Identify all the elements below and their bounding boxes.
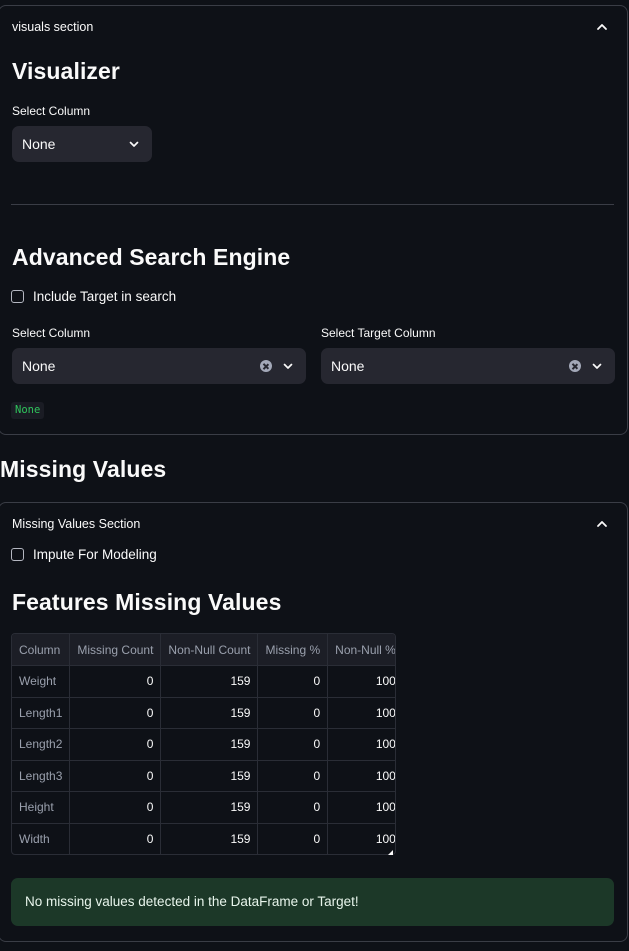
table-cell[interactable]: 0 bbox=[69, 760, 162, 792]
table-cell[interactable]: 159 bbox=[160, 697, 259, 729]
table-cell[interactable]: Height bbox=[12, 791, 71, 824]
table-cell[interactable]: 0 bbox=[69, 728, 162, 761]
chevron-up-icon[interactable] bbox=[595, 517, 609, 531]
visuals-section-title: visuals section bbox=[12, 20, 94, 34]
missing-values-table[interactable]: Column Missing Count Non-Null Count Miss… bbox=[11, 633, 396, 855]
missing-values-heading: Missing Values bbox=[0, 456, 167, 482]
table-cell[interactable]: 0 bbox=[257, 697, 329, 729]
table-cell[interactable]: 0 bbox=[69, 665, 162, 698]
table-cell[interactable]: 0 bbox=[69, 791, 162, 824]
success-message: No missing values detected in the DataFr… bbox=[25, 894, 359, 909]
table-row: Weight 0 159 0 100 bbox=[12, 665, 395, 698]
search-target-column-label: Select Target Column bbox=[321, 326, 436, 340]
chevron-down-icon bbox=[129, 141, 139, 147]
table-cell[interactable]: 100 bbox=[327, 728, 395, 761]
table-row: Length3 0 159 0 100 bbox=[12, 760, 395, 792]
search-output-code: None bbox=[11, 402, 45, 419]
table-cell[interactable]: Weight bbox=[12, 665, 71, 698]
column-header[interactable]: Missing % bbox=[257, 634, 329, 666]
table-row: Length1 0 159 0 100 bbox=[12, 697, 395, 729]
table-cell[interactable]: 0 bbox=[257, 728, 329, 761]
column-header[interactable]: Column bbox=[12, 634, 71, 666]
column-header[interactable]: Non-Null Count bbox=[160, 634, 259, 666]
table-cell[interactable]: 0 bbox=[69, 823, 162, 854]
table-cell[interactable]: Length1 bbox=[12, 697, 71, 729]
visualizer-heading: Visualizer bbox=[12, 58, 120, 84]
clear-icon[interactable] bbox=[569, 360, 581, 372]
include-target-checkbox[interactable]: Include Target in search bbox=[11, 288, 211, 306]
table-row: Width 0 159 0 100 bbox=[12, 823, 395, 854]
table-row: Height 0 159 0 100 bbox=[12, 791, 395, 824]
table-cell[interactable]: 100 bbox=[327, 760, 395, 792]
impute-checkbox-box[interactable] bbox=[11, 548, 24, 561]
visuals-section-header[interactable]: visuals section bbox=[0, 6, 627, 48]
chevron-down-icon bbox=[283, 363, 293, 369]
include-target-label: Include Target in search bbox=[33, 289, 177, 304]
table-cell[interactable]: 100 bbox=[328, 823, 395, 854]
search-engine-heading: Advanced Search Engine bbox=[12, 244, 291, 270]
clear-icon[interactable] bbox=[260, 360, 272, 372]
table-cell[interactable]: 159 bbox=[160, 791, 259, 824]
chevron-up-icon[interactable] bbox=[595, 20, 609, 34]
table-cell[interactable]: Length2 bbox=[12, 728, 71, 761]
table-cell[interactable]: Length3 bbox=[12, 760, 71, 792]
section-divider bbox=[11, 204, 614, 205]
search-select-column-label: Select Column bbox=[12, 326, 91, 340]
table-cell[interactable]: 0 bbox=[257, 823, 329, 854]
table-cell[interactable]: 0 bbox=[257, 665, 329, 698]
table-cell[interactable]: 0 bbox=[69, 697, 162, 729]
table-cell[interactable]: 159 bbox=[160, 665, 259, 698]
table-header-row: Column Missing Count Non-Null Count Miss… bbox=[12, 634, 395, 666]
include-target-checkbox-box[interactable] bbox=[11, 290, 24, 303]
success-alert: No missing values detected in the DataFr… bbox=[11, 878, 614, 926]
missing-values-section-title: Missing Values Section bbox=[12, 517, 141, 531]
chevron-down-icon bbox=[592, 363, 602, 369]
table-cell[interactable]: 159 bbox=[160, 823, 259, 854]
column-header[interactable]: Missing Count bbox=[69, 634, 162, 666]
search-target-value: None bbox=[331, 358, 365, 374]
table-cell[interactable]: Width bbox=[12, 823, 71, 854]
table-cell[interactable]: 0 bbox=[257, 791, 329, 824]
visualizer-select-label: Select Column bbox=[12, 104, 91, 118]
table-cell[interactable]: 100 bbox=[327, 665, 395, 698]
missing-values-section-expander: Missing Values Section Impute For Modeli… bbox=[0, 502, 628, 942]
table-cell[interactable]: 100 bbox=[327, 791, 395, 824]
table-cell[interactable]: 100 bbox=[327, 697, 395, 729]
features-missing-heading: Features Missing Values bbox=[12, 589, 282, 615]
missing-values-section-header[interactable]: Missing Values Section bbox=[0, 503, 627, 545]
table-cell[interactable]: 0 bbox=[257, 760, 329, 792]
search-column-select[interactable]: None bbox=[12, 348, 306, 384]
table-resize-handle[interactable] bbox=[388, 850, 393, 855]
visualizer-column-select[interactable]: None bbox=[12, 126, 152, 162]
table-cell[interactable]: 159 bbox=[160, 728, 259, 761]
table-cell[interactable]: 159 bbox=[160, 760, 259, 792]
column-header[interactable]: Non-Null % bbox=[327, 634, 395, 666]
impute-label: Impute For Modeling bbox=[33, 547, 157, 562]
visuals-section-expander: visuals section Visualizer Select Column… bbox=[0, 5, 628, 435]
table-row: Length2 0 159 0 100 bbox=[12, 728, 395, 761]
search-target-column-select[interactable]: None bbox=[321, 348, 615, 384]
impute-checkbox[interactable]: Impute For Modeling bbox=[11, 546, 191, 564]
visualizer-select-value: None bbox=[22, 136, 56, 152]
search-column-value: None bbox=[22, 358, 56, 374]
